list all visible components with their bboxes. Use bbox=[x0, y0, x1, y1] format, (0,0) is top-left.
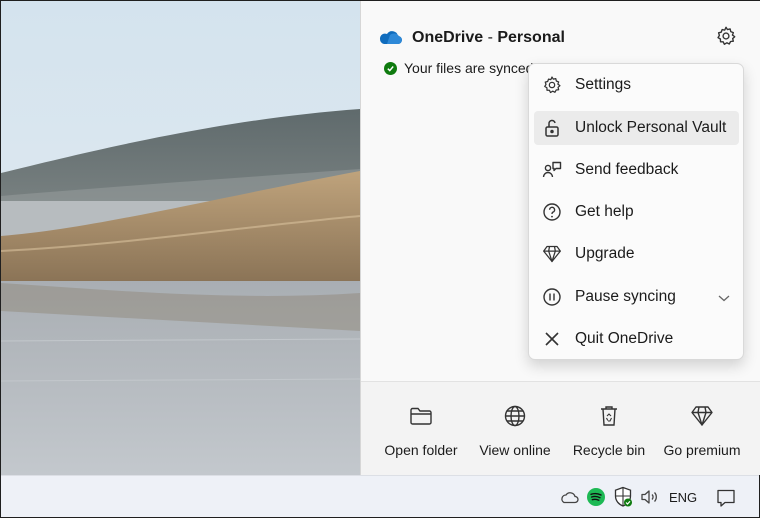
sync-status: Your files are synced bbox=[384, 60, 533, 76]
menu-item-send-feedback[interactable]: Send feedback bbox=[534, 153, 739, 187]
menu-item-unlock-personal-vault[interactable]: Unlock Personal Vault bbox=[534, 111, 739, 145]
menu-item-label: Unlock Personal Vault bbox=[575, 119, 727, 136]
menu-item-label: Send feedback bbox=[575, 161, 679, 178]
menu-item-label: Quit OneDrive bbox=[575, 330, 674, 347]
recycle-bin-icon bbox=[598, 404, 620, 428]
account-type: Personal bbox=[497, 29, 565, 46]
menu-item-label: Get help bbox=[575, 203, 634, 220]
settings-gear-button[interactable] bbox=[711, 23, 741, 53]
gear-icon bbox=[715, 25, 737, 52]
chevron-down-icon[interactable] bbox=[717, 290, 731, 308]
volume-icon[interactable] bbox=[640, 489, 660, 505]
pause-icon bbox=[542, 287, 562, 307]
synced-check-icon bbox=[384, 61, 397, 75]
onedrive-cloud-icon bbox=[378, 29, 402, 50]
app-name: OneDrive bbox=[412, 29, 484, 46]
menu-item-label: Settings bbox=[575, 76, 632, 93]
folder-icon bbox=[409, 404, 433, 428]
menu-item-quit-onedrive[interactable]: Quit OneDrive bbox=[534, 322, 739, 356]
menu-item-upgrade[interactable]: Upgrade bbox=[534, 237, 739, 271]
recycle-bin-button[interactable]: Recycle bin bbox=[573, 382, 645, 476]
view-online-button[interactable]: View online bbox=[479, 382, 551, 476]
sync-status-text: Your files are synced bbox=[404, 60, 534, 76]
open-folder-label: Open folder bbox=[384, 442, 458, 458]
quick-actions-bar: Open folder View online Recycle bin Go p… bbox=[361, 381, 760, 475]
onedrive-tray-icon[interactable] bbox=[559, 490, 579, 504]
menu-item-label: Pause syncing bbox=[575, 288, 676, 305]
settings-menu: Settings Unlock Personal Vault Send feed… bbox=[528, 63, 744, 360]
help-icon bbox=[542, 202, 562, 222]
recycle-bin-label: Recycle bin bbox=[572, 442, 646, 458]
desktop-wallpaper bbox=[1, 1, 360, 475]
language-indicator[interactable]: ENG bbox=[669, 490, 697, 505]
menu-item-pause-syncing[interactable]: Pause syncing bbox=[534, 280, 739, 314]
unlock-icon bbox=[542, 118, 562, 138]
panel-title: OneDrive - Personal bbox=[412, 29, 565, 47]
menu-item-settings[interactable]: Settings bbox=[534, 68, 739, 102]
go-premium-label: Go premium bbox=[663, 442, 741, 458]
spotify-icon[interactable] bbox=[586, 487, 606, 507]
view-online-label: View online bbox=[479, 442, 551, 458]
globe-icon bbox=[503, 404, 527, 428]
gear-icon bbox=[542, 75, 562, 95]
security-shield-icon[interactable] bbox=[613, 486, 633, 508]
menu-item-get-help[interactable]: Get help bbox=[534, 195, 739, 229]
feedback-icon bbox=[542, 160, 562, 180]
taskbar: ENG bbox=[1, 475, 759, 517]
diamond-icon bbox=[690, 404, 714, 428]
go-premium-button[interactable]: Go premium bbox=[663, 382, 741, 476]
notification-icon[interactable] bbox=[716, 488, 736, 508]
diamond-icon bbox=[542, 244, 562, 264]
title-separator: - bbox=[483, 29, 498, 46]
menu-item-label: Upgrade bbox=[575, 245, 635, 262]
open-folder-button[interactable]: Open folder bbox=[384, 382, 458, 476]
close-icon bbox=[542, 329, 562, 349]
